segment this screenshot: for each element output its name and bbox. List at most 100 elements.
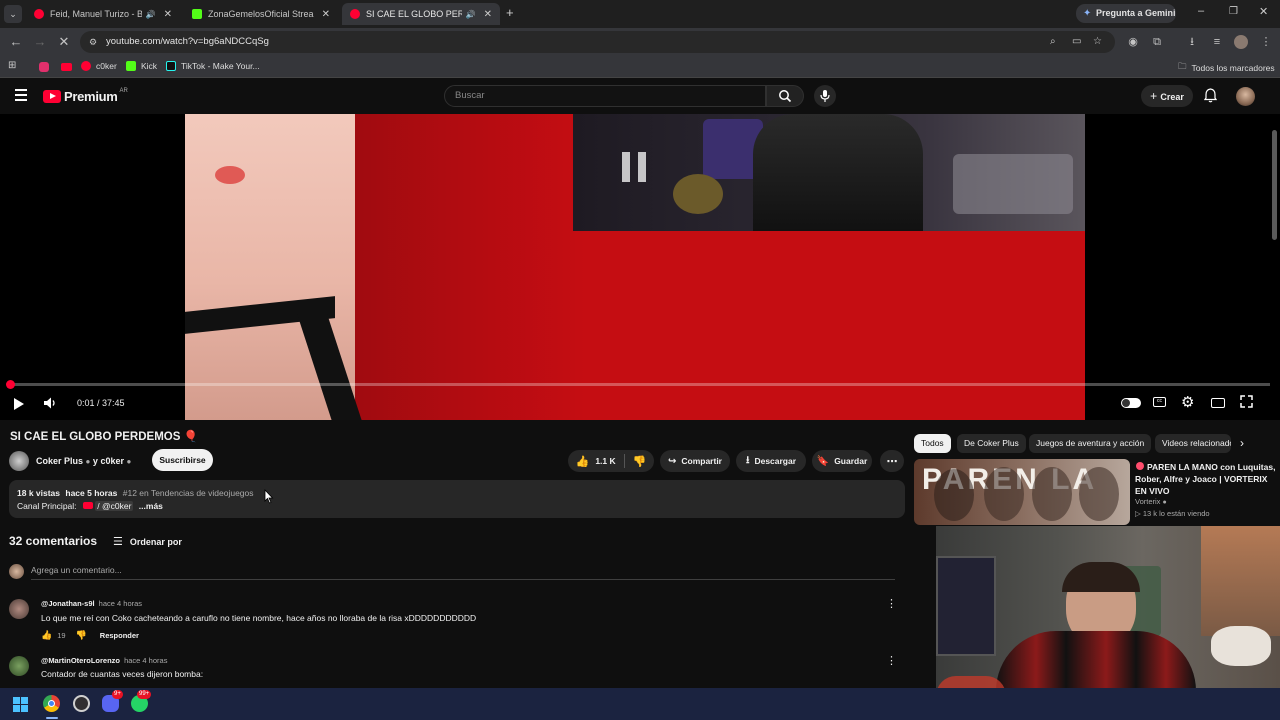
- account-avatar[interactable]: [1236, 87, 1255, 106]
- video-red-shadow: [355, 114, 585, 420]
- create-button[interactable]: + Crear: [1141, 85, 1193, 107]
- volume-icon[interactable]: [43, 396, 57, 410]
- reading-list-icon[interactable]: ≡: [1210, 35, 1224, 49]
- back-icon[interactable]: ←: [8, 35, 24, 49]
- youtube-bookmark-icon[interactable]: [61, 63, 72, 71]
- notifications-bell-icon[interactable]: [1204, 88, 1217, 103]
- chip-todos[interactable]: Todos: [914, 434, 951, 453]
- reply-button[interactable]: Responder: [100, 631, 139, 640]
- url-text: youtube.com/watch?v=bg6aNDCCqSg: [106, 36, 269, 47]
- voice-search-button[interactable]: [814, 85, 836, 107]
- bookmark-kick[interactable]: Kick: [126, 61, 157, 71]
- forward-icon[interactable]: →: [32, 35, 48, 49]
- obs-taskbar-icon[interactable]: [73, 695, 90, 712]
- apps-grid-icon[interactable]: ⊞: [8, 60, 16, 71]
- chrome-taskbar-icon[interactable]: [43, 695, 60, 712]
- instagram-bookmark-icon[interactable]: [39, 62, 49, 72]
- recommended-channel[interactable]: Vorterix ●: [1135, 497, 1167, 506]
- search-input[interactable]: Buscar: [444, 85, 766, 107]
- add-comment-input[interactable]: Agrega un comentario...: [31, 565, 895, 580]
- channel-names[interactable]: Coker Plus ● y c0ker ●: [36, 456, 131, 466]
- tab-search-icon[interactable]: ⌄: [4, 5, 22, 23]
- audio-icon[interactable]: 🔊: [466, 10, 476, 19]
- close-tab-icon[interactable]: ✕: [322, 9, 330, 20]
- subtitles-icon[interactable]: cc: [1153, 397, 1166, 407]
- pause-overlay-icon[interactable]: [622, 152, 648, 182]
- chip-videos-relacionados[interactable]: Videos relacionados: [1155, 434, 1231, 453]
- more-actions-button[interactable]: ⋯: [880, 450, 904, 472]
- recommended-title[interactable]: PAREN LA MANO con Luquitas, Rober, Alfre…: [1135, 461, 1277, 497]
- c0ker-icon: [81, 61, 91, 71]
- close-tab-icon[interactable]: ✕: [484, 9, 492, 20]
- sort-comments-button[interactable]: ☰ Ordenar por: [113, 535, 182, 548]
- comment-time[interactable]: hace 4 horas: [124, 656, 167, 665]
- audio-icon[interactable]: 🔊: [146, 10, 156, 19]
- recommended-thumbnail[interactable]: PAREN LA: [914, 459, 1130, 525]
- all-bookmarks[interactable]: 🗀 Todos los marcadores: [1178, 61, 1275, 75]
- download-button[interactable]: ⭳ Descargar: [736, 450, 806, 472]
- zoom-icon[interactable]: ⌕: [1050, 31, 1056, 53]
- progress-bar[interactable]: [5, 380, 1270, 389]
- restore-window-icon[interactable]: ❐: [1229, 6, 1238, 17]
- progress-scrubber-handle[interactable]: [5, 380, 15, 389]
- create-label: Crear: [1160, 92, 1184, 102]
- save-button[interactable]: 🔖 Guardar: [812, 450, 872, 472]
- youtube-logo[interactable]: Premium AR: [43, 88, 128, 104]
- page-scrollbar-thumb[interactable]: [1272, 130, 1277, 240]
- show-more-link[interactable]: ...más: [139, 501, 163, 511]
- comment-author[interactable]: @MartinOteroLorenzo: [41, 656, 120, 665]
- collab-channel-name[interactable]: c0ker: [100, 456, 124, 466]
- windows-start-icon[interactable]: [13, 697, 28, 712]
- chips-next-arrow-icon[interactable]: ›: [1240, 436, 1244, 450]
- description-box[interactable]: 18 k vistas hace 5 horas #12 en Tendenci…: [9, 480, 905, 518]
- dislike-button[interactable]: 👎: [633, 455, 647, 468]
- main-channel-link[interactable]: / @c0ker: [95, 501, 134, 511]
- url-field[interactable]: ⚙ youtube.com/watch?v=bg6aNDCCqSg ⌕ ▭ ☆: [80, 31, 1115, 53]
- comment-author-avatar[interactable]: [9, 599, 29, 619]
- comment-menu-icon[interactable]: ⋮: [886, 597, 897, 610]
- subscribe-button[interactable]: Suscribirse: [152, 449, 213, 471]
- chip-de-coker-plus[interactable]: De Coker Plus: [957, 434, 1026, 453]
- comment-menu-icon[interactable]: ⋮: [886, 654, 897, 667]
- comment-author[interactable]: @Jonathan-s9l: [41, 599, 95, 608]
- comment-time[interactable]: hace 4 horas: [99, 599, 142, 608]
- play-icon[interactable]: [14, 398, 24, 410]
- stop-loading-icon[interactable]: ✕: [56, 35, 72, 49]
- new-tab-icon[interactable]: +: [506, 5, 520, 20]
- close-window-icon[interactable]: ✕: [1259, 5, 1268, 18]
- site-info-icon[interactable]: ⚙: [89, 31, 97, 53]
- like-button[interactable]: 👍 1.1 K: [576, 455, 616, 468]
- extension-icon[interactable]: ◉: [1126, 35, 1140, 49]
- tab-zonagemelos[interactable]: ZonaGemelosOficial Stream - V ✕: [184, 3, 338, 25]
- youtube-link-icon: [82, 502, 93, 509]
- settings-gear-icon[interactable]: ⚙: [1181, 393, 1194, 411]
- theater-mode-icon[interactable]: [1211, 398, 1225, 408]
- channel-avatar[interactable]: [9, 451, 29, 471]
- video-player[interactable]: 0:01 / 37:45 cc ⚙: [0, 114, 1280, 420]
- bookmark-c0ker[interactable]: c0ker: [81, 61, 117, 71]
- profile-avatar[interactable]: [1234, 35, 1248, 49]
- comment-dislike-icon[interactable]: 👎: [76, 630, 87, 641]
- trending-rank[interactable]: #12 en Tendencias de videojuegos: [123, 488, 254, 498]
- chip-juegos-aventura[interactable]: Juegos de aventura y acción: [1029, 434, 1152, 453]
- comment-author-avatar[interactable]: [9, 656, 29, 676]
- tab-feid[interactable]: Feid, Manuel Turizo - BORR 🔊 ✕: [26, 3, 180, 25]
- fullscreen-icon[interactable]: [1240, 395, 1253, 408]
- comment-like-icon[interactable]: 👍: [41, 630, 52, 641]
- download-icon[interactable]: ⭳: [1185, 35, 1199, 49]
- gemini-button[interactable]: ✦ Pregunta a Gemini: [1076, 4, 1176, 23]
- menu-kebab-icon[interactable]: ⋮: [1259, 35, 1273, 49]
- minimize-window-icon[interactable]: –: [1198, 5, 1204, 17]
- extensions-puzzle-icon[interactable]: ⧉: [1150, 35, 1164, 49]
- bookmark-tiktok[interactable]: TikTok - Make Your...: [166, 61, 260, 71]
- share-button[interactable]: ↪ Compartir: [660, 450, 730, 472]
- cast-icon[interactable]: ▭: [1072, 31, 1081, 53]
- hamburger-menu-icon[interactable]: [15, 89, 27, 101]
- download-label: Descargar: [754, 456, 797, 466]
- close-tab-icon[interactable]: ✕: [164, 9, 172, 20]
- autoplay-toggle[interactable]: [1121, 398, 1141, 408]
- bookmark-star-icon[interactable]: ☆: [1093, 31, 1102, 53]
- tab-active-video[interactable]: SI CAE EL GLOBO PERDEMO 🔊 ✕: [342, 3, 500, 25]
- channel-name[interactable]: Coker Plus: [36, 456, 83, 466]
- search-button[interactable]: [766, 85, 804, 107]
